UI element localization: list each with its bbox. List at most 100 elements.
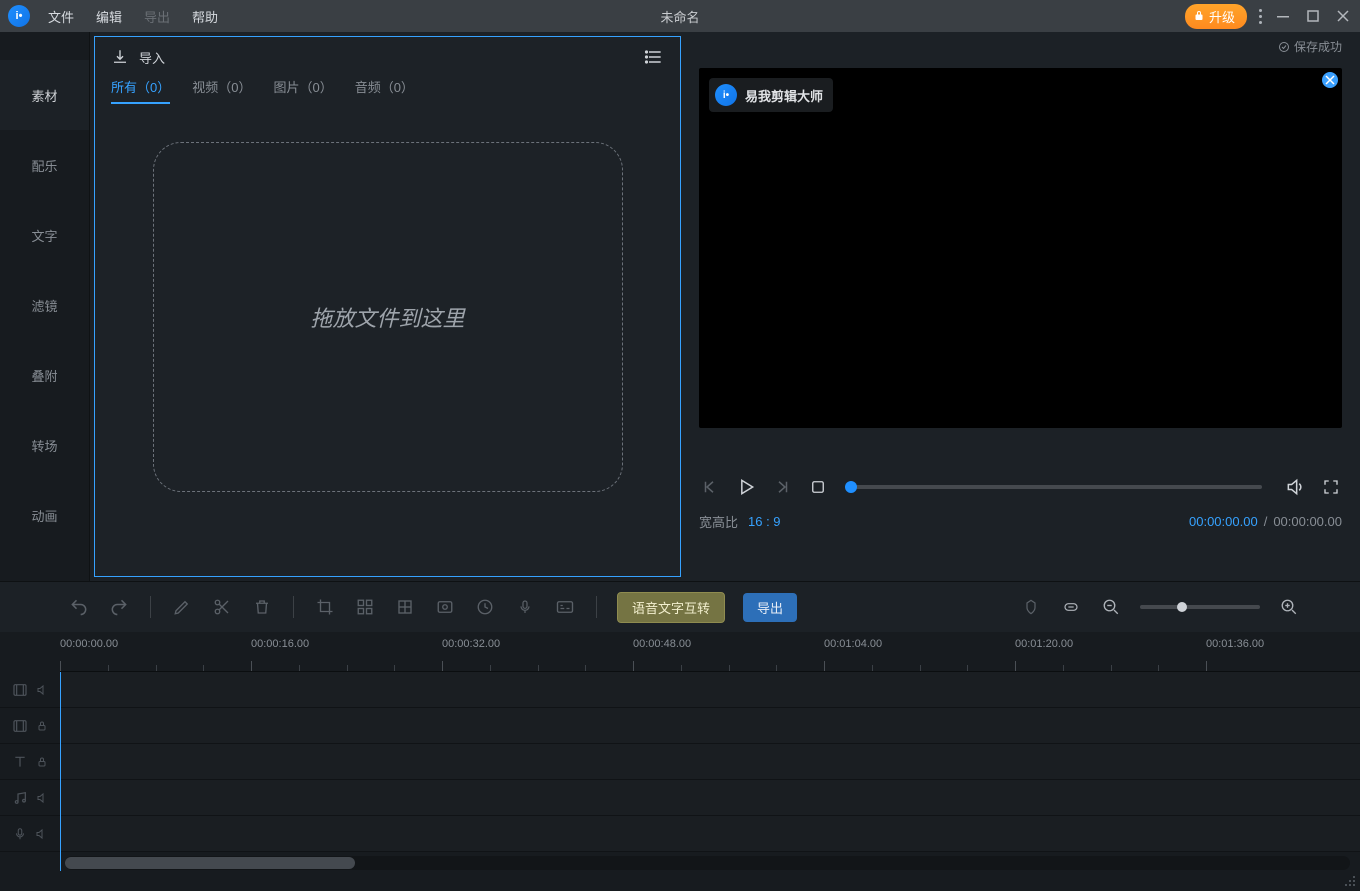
stop-button[interactable] [807,476,829,498]
volume-icon[interactable] [36,792,48,804]
sidenav-text[interactable]: 文字 [0,200,89,270]
progress-slider[interactable] [851,485,1262,489]
sidenav-motion[interactable]: 动画 [0,480,89,550]
split-button[interactable] [211,596,233,618]
redo-button[interactable] [108,596,130,618]
ruler-label: 00:00:32.00 [442,638,500,650]
export-button[interactable]: 导出 [743,593,797,622]
window-resize-grip-icon[interactable] [1342,873,1356,887]
track-video-1[interactable] [0,672,1360,708]
sidenav-label: 叠附 [31,366,57,385]
asset-tab-image[interactable]: 图片（0） [273,77,332,104]
sidenav-music[interactable]: 配乐 [0,130,89,200]
zoom-slider[interactable] [1140,605,1260,609]
lock-icon[interactable] [36,756,48,768]
undo-button[interactable] [68,596,90,618]
crop-button[interactable] [314,596,336,618]
speed-button[interactable] [474,596,496,618]
close-icon [1325,75,1335,85]
sidenav-transition[interactable]: 转场 [0,410,89,480]
menu-edit[interactable]: 编辑 [88,3,130,30]
sidenav-label: 文字 [31,226,57,245]
title-bar: i• 文件 编辑 导出 帮助 未命名 升级 [0,0,1360,32]
menubar: 文件 编辑 导出 帮助 [40,3,226,30]
timeline-section: 语音文字互转 导出 00:00:00.0000:00:16.0000:00:32… [0,581,1360,891]
preview-area: 保存成功 i• 易我剪辑大师 宽高比 16 : 9 00:00:00.00 [681,32,1360,581]
sidenav-filter[interactable]: 滤镜 [0,270,89,340]
sidenav-label: 动画 [31,506,57,525]
remove-watermark-button[interactable] [1322,72,1338,88]
next-frame-button[interactable] [771,476,793,498]
preview-video[interactable]: i• 易我剪辑大师 [699,68,1342,428]
zoom-out-button[interactable] [1100,596,1122,618]
import-button[interactable]: 导入 [111,48,165,67]
menu-file[interactable]: 文件 [40,3,82,30]
check-icon [1278,41,1290,53]
prev-frame-button[interactable] [699,476,721,498]
scrollbar-thumb[interactable] [65,857,355,869]
freeze-frame-button[interactable] [434,596,456,618]
marker-button[interactable] [1020,596,1042,618]
text-icon [12,754,28,770]
voiceover-button[interactable] [514,596,536,618]
zoom-button[interactable] [394,596,416,618]
progress-knob[interactable] [845,481,857,493]
timeline-toolbar: 语音文字互转 导出 [0,582,1360,632]
zoom-in-button[interactable] [1278,596,1300,618]
fullscreen-button[interactable] [1320,476,1342,498]
fit-timeline-button[interactable] [1060,596,1082,618]
asset-panel: 导入 所有（0） 视频（0） 图片（0） 音频（0） 拖放文件到这里 [94,36,681,577]
menu-export[interactable]: 导出 [136,3,178,30]
ruler-label: 00:01:20.00 [1015,638,1073,650]
track-voice[interactable] [0,816,1360,852]
asset-tab-audio[interactable]: 音频（0） [355,77,414,104]
timeline-ruler[interactable]: 00:00:00.0000:00:16.0000:00:32.0000:00:4… [60,632,1360,672]
lock-icon [1193,10,1205,22]
ruler-label: 00:00:48.00 [633,638,691,650]
track-head [0,816,60,851]
asset-tab-video[interactable]: 视频（0） [192,77,251,104]
voice-text-button[interactable]: 语音文字互转 [617,592,725,623]
maximize-button[interactable] [1304,7,1322,25]
volume-icon[interactable] [36,684,48,696]
playhead[interactable] [60,672,61,871]
menu-help[interactable]: 帮助 [184,3,226,30]
brand-name: 易我剪辑大师 [745,86,823,105]
subtitle-button[interactable] [554,596,576,618]
aspect-row: 宽高比 16 : 9 00:00:00.00 / 00:00:00.00 [699,512,1342,531]
side-nav: 素材 配乐 文字 滤镜 叠附 转场 动画 [0,32,90,581]
upgrade-button[interactable]: 升级 [1185,4,1247,29]
dropzone[interactable]: 拖放文件到这里 [153,142,623,492]
timeline-tracks [0,672,1360,891]
mic-icon [13,826,27,842]
volume-button[interactable] [1284,476,1306,498]
sidenav-label: 滤镜 [31,296,57,315]
aspect-value-button[interactable]: 16 : 9 [748,514,781,529]
track-text[interactable] [0,744,1360,780]
brand-watermark: i• 易我剪辑大师 [709,78,833,112]
more-menu-button[interactable] [1259,9,1262,24]
track-head [0,744,60,779]
player-controls [699,476,1342,498]
zoom-knob[interactable] [1177,602,1187,612]
time-total: 00:00:00.00 [1273,514,1342,529]
lock-icon[interactable] [36,720,48,732]
play-button[interactable] [735,476,757,498]
volume-icon[interactable] [35,828,47,840]
music-icon [12,790,28,806]
window-title: 未命名 [660,7,699,26]
mosaic-button[interactable] [354,596,376,618]
timeline-h-scrollbar[interactable] [65,856,1350,870]
sidenav-material[interactable]: 素材 [0,60,89,130]
track-video-2[interactable] [0,708,1360,744]
minimize-button[interactable] [1274,7,1292,25]
ruler-label: 00:00:16.00 [251,638,309,650]
close-button[interactable] [1334,7,1352,25]
pen-tool-button[interactable] [171,596,193,618]
view-toggle-button[interactable] [644,47,664,67]
delete-button[interactable] [251,596,273,618]
aspect-label: 宽高比 [699,512,738,531]
sidenav-overlay[interactable]: 叠附 [0,340,89,410]
track-audio[interactable] [0,780,1360,816]
asset-tab-all[interactable]: 所有（0） [111,77,170,104]
